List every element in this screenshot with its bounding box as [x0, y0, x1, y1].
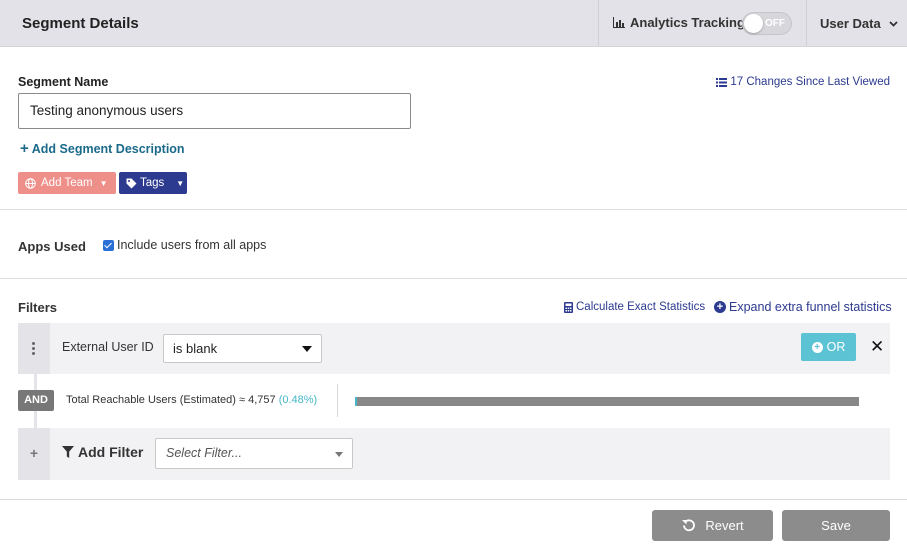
and-badge: AND [18, 390, 54, 411]
apps-used-label: Apps Used [18, 239, 86, 254]
segment-name-input[interactable]: Testing anonymous users [18, 93, 411, 129]
select-filter-dropdown[interactable]: Select Filter... [155, 438, 353, 469]
expand-funnel-statistics-link[interactable]: + Expand extra funnel statistics [714, 300, 892, 314]
add-team-button[interactable]: Add Team ▼ [18, 172, 116, 194]
checkbox-checked-icon[interactable] [103, 239, 114, 251]
plus-circle-icon: + [811, 341, 823, 353]
filter-row: External User ID is blank + OR ✕ [18, 323, 890, 374]
section-divider [0, 278, 907, 279]
header-bar: Segment Details Analytics Tracking OFF U… [0, 0, 907, 47]
bar-chart-icon [613, 17, 625, 28]
toggle-knob [744, 14, 763, 33]
revert-button[interactable]: Revert [652, 510, 773, 541]
changes-since-viewed-link[interactable]: 17 Changes Since Last Viewed [716, 76, 890, 88]
reach-progress-bar [355, 397, 859, 406]
header-divider [806, 0, 807, 46]
include-all-apps-checkbox[interactable]: Include users from all apps [103, 238, 266, 252]
segment-name-label: Segment Name [18, 75, 109, 89]
tag-icon [126, 178, 137, 188]
save-button[interactable]: Save [782, 510, 890, 541]
or-button[interactable]: + OR [801, 333, 856, 361]
filter-operator-select[interactable]: is blank [163, 334, 322, 363]
filters-label: Filters [18, 300, 58, 315]
section-divider [0, 499, 907, 500]
add-filter-label: Add Filter [62, 444, 143, 460]
page-title: Segment Details [22, 15, 139, 32]
plus-circle-icon: + [714, 301, 726, 313]
caret-down-icon [335, 452, 343, 457]
filter-field-label: External User ID [62, 340, 154, 354]
header-divider [598, 0, 599, 46]
globe-icon [25, 177, 36, 189]
analytics-tracking-label: Analytics Tracking [613, 15, 745, 30]
tags-button[interactable]: Tags ▼ [119, 172, 187, 194]
calculate-exact-statistics-link[interactable]: Calculate Exact Statistics [564, 301, 705, 313]
reachable-users-text: Total Reachable Users (Estimated) ≈ 4,75… [66, 394, 318, 406]
add-segment-description-link[interactable]: + Add Segment Description [20, 140, 185, 157]
vertical-dots-icon [32, 342, 35, 357]
toggle-state-text: OFF [765, 18, 785, 29]
plus-icon: + [18, 428, 50, 480]
caret-down-icon: ▼ [176, 178, 185, 188]
reach-progress-fill [355, 397, 357, 406]
funnel-icon [62, 446, 74, 458]
analytics-toggle[interactable]: OFF [742, 12, 792, 35]
add-filter-row: + Add Filter Select Filter... [18, 428, 890, 480]
user-data-dropdown[interactable]: User Data [820, 16, 898, 31]
list-icon [716, 77, 728, 87]
reach-divider [337, 384, 338, 417]
caret-down-icon [302, 346, 312, 352]
caret-down-icon: ▼ [99, 178, 108, 188]
undo-icon [682, 519, 696, 532]
calculator-icon [564, 301, 573, 313]
plus-icon: + [20, 140, 29, 157]
drag-handle[interactable] [18, 323, 50, 374]
close-icon[interactable]: ✕ [870, 337, 884, 357]
section-divider [0, 209, 907, 210]
chevron-down-icon [889, 20, 898, 27]
